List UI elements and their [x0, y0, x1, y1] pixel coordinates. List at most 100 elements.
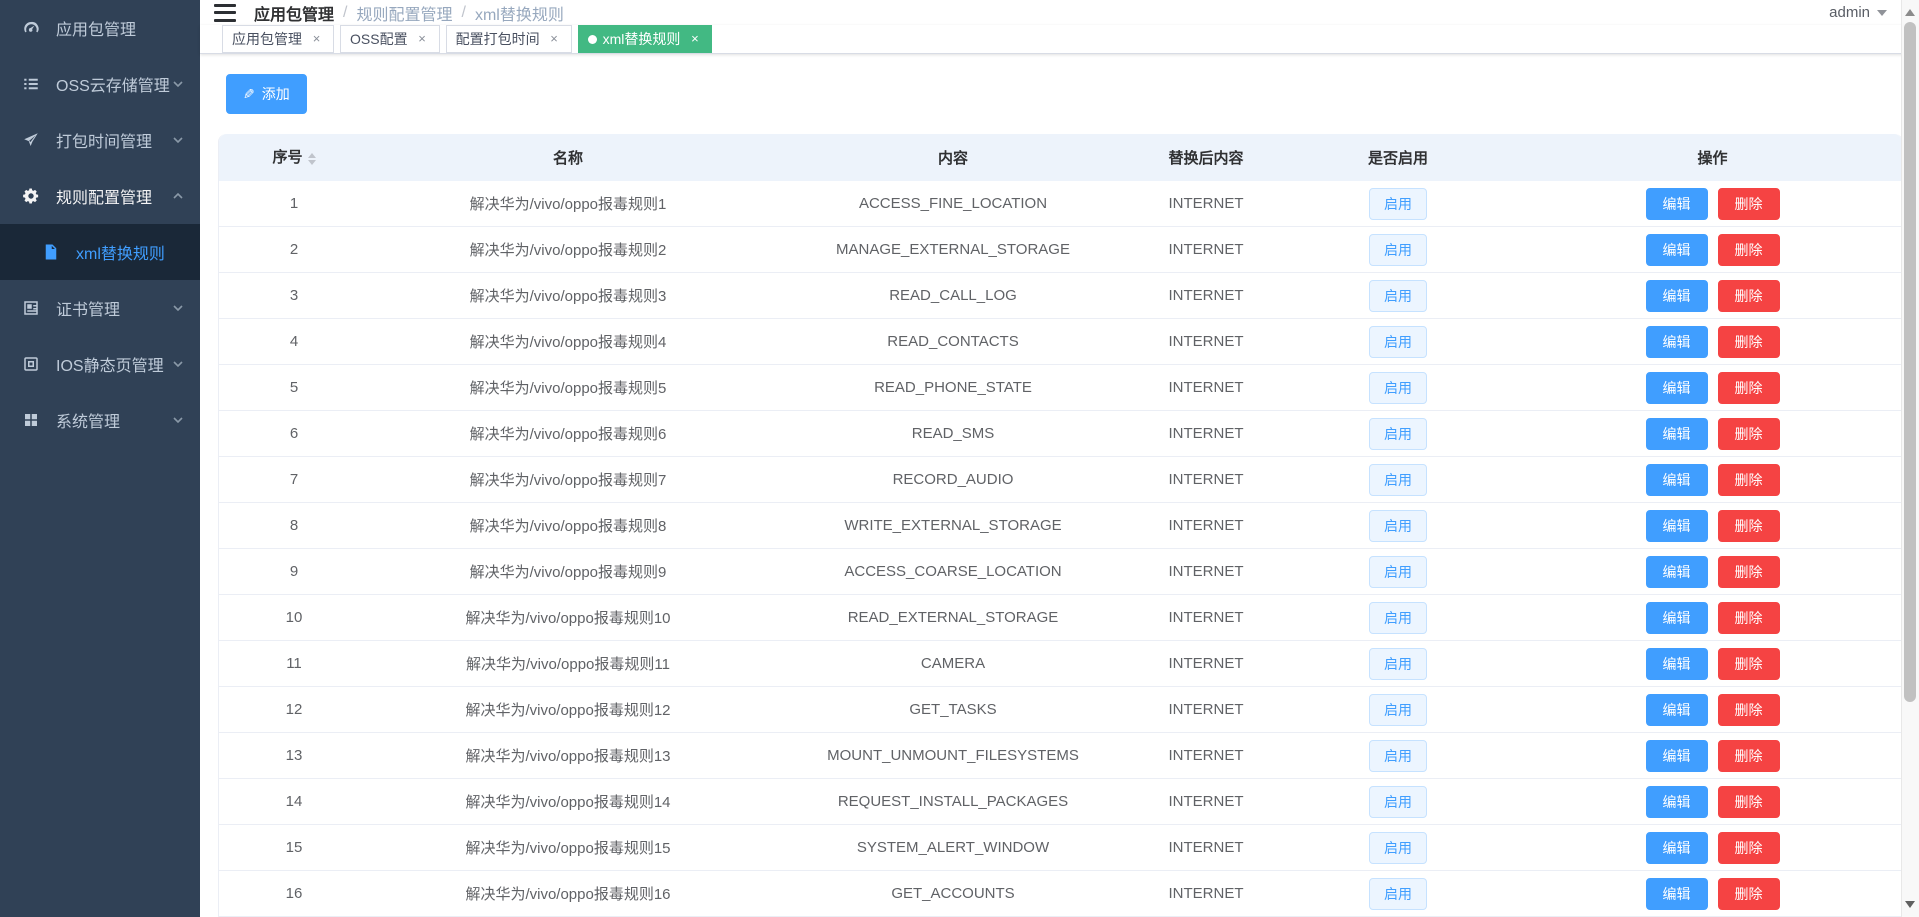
sidebar-item-package-time[interactable]: 打包时间管理: [0, 112, 200, 168]
hamburger-menu-icon[interactable]: [214, 4, 236, 22]
delete-button[interactable]: 删除: [1718, 556, 1780, 588]
enabled-button[interactable]: 启用: [1369, 786, 1427, 818]
cell-content: ACCESS_FINE_LOCATION: [767, 195, 1139, 212]
sidebar-item-rule-config[interactable]: 规则配置管理: [0, 168, 200, 224]
delete-button[interactable]: 删除: [1718, 878, 1780, 910]
tab-package-time[interactable]: 配置打包时间 ×: [446, 25, 572, 53]
edit-button[interactable]: 编辑: [1646, 648, 1708, 680]
cell-actions: 编辑删除: [1523, 878, 1902, 910]
scroll-down-arrow-icon[interactable]: [1905, 901, 1915, 913]
cell-index: 7: [219, 471, 369, 488]
breadcrumb-item[interactable]: 应用包管理: [254, 1, 334, 25]
tab-label: 配置打包时间: [456, 29, 540, 49]
delete-button[interactable]: 删除: [1718, 786, 1780, 818]
delete-button[interactable]: 删除: [1718, 188, 1780, 220]
tab-app-package[interactable]: 应用包管理 ×: [222, 25, 334, 53]
enabled-button[interactable]: 启用: [1369, 188, 1427, 220]
dashboard-icon: [20, 17, 42, 39]
scroll-up-arrow-icon[interactable]: [1905, 4, 1915, 16]
enabled-button[interactable]: 启用: [1369, 694, 1427, 726]
edit-button[interactable]: 编辑: [1646, 510, 1708, 542]
edit-button[interactable]: 编辑: [1646, 372, 1708, 404]
edit-button[interactable]: 编辑: [1646, 556, 1708, 588]
edit-button[interactable]: 编辑: [1646, 188, 1708, 220]
enabled-button[interactable]: 启用: [1369, 464, 1427, 496]
enabled-button[interactable]: 启用: [1369, 372, 1427, 404]
enabled-button[interactable]: 启用: [1369, 648, 1427, 680]
close-icon[interactable]: ×: [309, 32, 324, 47]
cell-name: 解决华为/vivo/oppo报毒规则8: [369, 515, 767, 536]
delete-button[interactable]: 删除: [1718, 832, 1780, 864]
delete-button[interactable]: 删除: [1718, 372, 1780, 404]
breadcrumb-item[interactable]: 规则配置管理: [356, 1, 452, 25]
enabled-button[interactable]: 启用: [1369, 832, 1427, 864]
sort-icon[interactable]: [308, 149, 316, 169]
column-header-index[interactable]: 序号: [219, 146, 369, 168]
delete-button[interactable]: 删除: [1718, 602, 1780, 634]
edit-button[interactable]: 编辑: [1646, 418, 1708, 450]
cell-name: 解决华为/vivo/oppo报毒规则9: [369, 561, 767, 582]
edit-button[interactable]: 编辑: [1646, 694, 1708, 726]
cell-actions: 编辑删除: [1523, 326, 1902, 358]
page-icon: [20, 353, 42, 375]
delete-button[interactable]: 删除: [1718, 280, 1780, 312]
close-icon[interactable]: ×: [687, 32, 702, 47]
close-icon[interactable]: ×: [547, 32, 562, 47]
enabled-button[interactable]: 启用: [1369, 326, 1427, 358]
breadcrumb-separator: /: [343, 4, 347, 22]
enabled-button[interactable]: 启用: [1369, 878, 1427, 910]
window-scrollbar[interactable]: [1901, 0, 1919, 917]
tabs-bar: 应用包管理 × OSS配置 × 配置打包时间 × xml替换规则 ×: [200, 25, 1919, 54]
cell-name: 解决华为/vivo/oppo报毒规则10: [369, 607, 767, 628]
chevron-down-icon: [172, 358, 184, 370]
edit-button[interactable]: 编辑: [1646, 832, 1708, 864]
edit-button[interactable]: 编辑: [1646, 464, 1708, 496]
delete-button[interactable]: 删除: [1718, 510, 1780, 542]
edit-button[interactable]: 编辑: [1646, 878, 1708, 910]
delete-button[interactable]: 删除: [1718, 694, 1780, 726]
enabled-button[interactable]: 启用: [1369, 510, 1427, 542]
enabled-button[interactable]: 启用: [1369, 280, 1427, 312]
cell-enabled: 启用: [1273, 878, 1523, 910]
add-button[interactable]: ✎ 添加: [226, 74, 307, 114]
cell-index: 1: [219, 195, 369, 212]
cell-actions: 编辑删除: [1523, 832, 1902, 864]
delete-button[interactable]: 删除: [1718, 648, 1780, 680]
scrollbar-thumb[interactable]: [1904, 22, 1916, 702]
edit-button[interactable]: 编辑: [1646, 602, 1708, 634]
delete-button[interactable]: 删除: [1718, 418, 1780, 450]
sidebar-item-oss-storage[interactable]: OSS云存储管理: [0, 56, 200, 112]
delete-button[interactable]: 删除: [1718, 740, 1780, 772]
table-row: 3解决华为/vivo/oppo报毒规则3READ_CALL_LOGINTERNE…: [219, 273, 1902, 319]
delete-button[interactable]: 删除: [1718, 234, 1780, 266]
table-row: 9解决华为/vivo/oppo报毒规则9ACCESS_COARSE_LOCATI…: [219, 549, 1902, 595]
sidebar-item-ios-static-page[interactable]: IOS静态页管理: [0, 336, 200, 392]
edit-button[interactable]: 编辑: [1646, 326, 1708, 358]
edit-button[interactable]: 编辑: [1646, 280, 1708, 312]
enabled-button[interactable]: 启用: [1369, 556, 1427, 588]
tab-xml-replace-rule-active[interactable]: xml替换规则 ×: [578, 25, 713, 53]
delete-button[interactable]: 删除: [1718, 464, 1780, 496]
sidebar-item-app-package[interactable]: 应用包管理: [0, 0, 200, 56]
cell-enabled: 启用: [1273, 556, 1523, 588]
cell-actions: 编辑删除: [1523, 280, 1902, 312]
enabled-button[interactable]: 启用: [1369, 602, 1427, 634]
edit-button[interactable]: 编辑: [1646, 234, 1708, 266]
edit-button[interactable]: 编辑: [1646, 786, 1708, 818]
sidebar-item-xml-replace-rule[interactable]: xml替换规则: [0, 224, 200, 280]
enabled-button[interactable]: 启用: [1369, 740, 1427, 772]
enabled-button[interactable]: 启用: [1369, 234, 1427, 266]
delete-button[interactable]: 删除: [1718, 326, 1780, 358]
cell-enabled: 启用: [1273, 740, 1523, 772]
tab-oss-config[interactable]: OSS配置 ×: [340, 25, 440, 53]
user-dropdown[interactable]: admin: [1829, 4, 1887, 21]
close-icon[interactable]: ×: [415, 32, 430, 47]
edit-button[interactable]: 编辑: [1646, 740, 1708, 772]
username: admin: [1829, 4, 1870, 21]
enabled-button[interactable]: 启用: [1369, 418, 1427, 450]
table-row: 4解决华为/vivo/oppo报毒规则4READ_CONTACTSINTERNE…: [219, 319, 1902, 365]
sidebar-item-certificate[interactable]: 证书管理: [0, 280, 200, 336]
cell-replace: INTERNET: [1139, 241, 1273, 258]
sidebar-item-system[interactable]: 系统管理: [0, 392, 200, 448]
table-row: 7解决华为/vivo/oppo报毒规则7RECORD_AUDIOINTERNET…: [219, 457, 1902, 503]
